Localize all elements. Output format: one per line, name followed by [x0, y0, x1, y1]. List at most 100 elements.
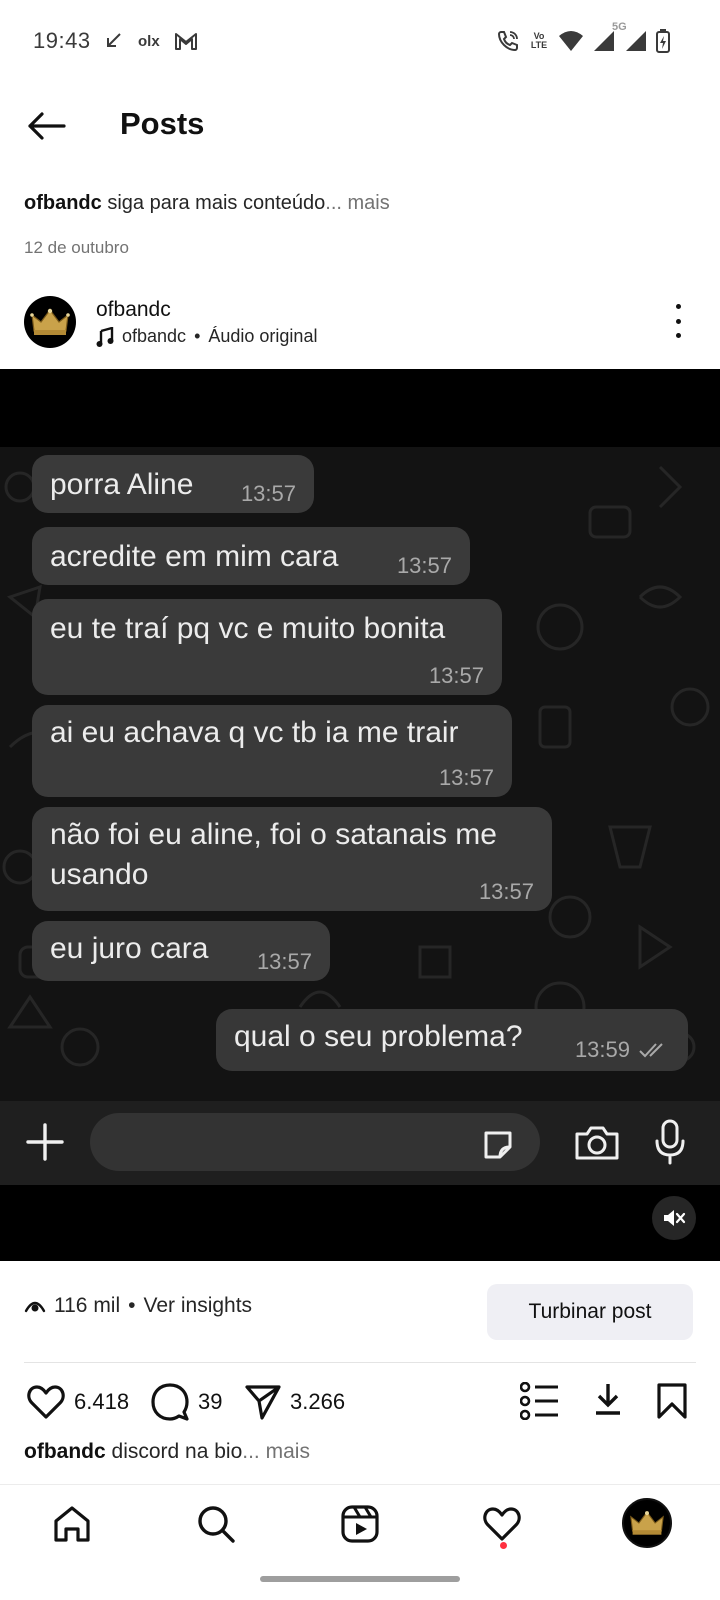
boost-post-button[interactable]: Turbinar post	[487, 1284, 693, 1340]
music-note-icon	[96, 326, 114, 347]
post-caption[interactable]: ofbandc discord na bio... mais	[24, 1440, 310, 1464]
message-time: 13:57	[396, 553, 452, 578]
comment-icon	[151, 1383, 189, 1421]
previous-post-username[interactable]: ofbandc	[24, 192, 102, 214]
download-icon[interactable]	[594, 1382, 622, 1416]
insights-separator: •	[128, 1294, 136, 1317]
crown-icon	[30, 308, 70, 335]
previous-post-date: 12 de outubro	[24, 238, 129, 257]
plus-icon	[26, 1123, 64, 1161]
home-icon	[54, 1506, 90, 1542]
chat-screenshot: porra Aline 13:57 acredite em mim cara 1…	[0, 447, 720, 1101]
message-text: acredite em mim cara	[50, 540, 339, 573]
comment-button[interactable]: 39	[150, 1374, 222, 1430]
mute-button[interactable]	[652, 1196, 696, 1240]
notification-icons: olx	[104, 28, 198, 54]
home-indicator[interactable]	[260, 1576, 460, 1582]
message-time: 13:57	[256, 949, 312, 974]
wifi-icon	[559, 31, 583, 51]
search-icon	[198, 1506, 235, 1543]
eye-icon	[24, 1301, 46, 1313]
back-button[interactable]	[22, 104, 70, 148]
system-status-icons: Vo LTE 5G	[496, 21, 670, 56]
message-time: 13:57	[240, 481, 296, 506]
message-text: porra Aline	[50, 468, 194, 501]
message-text: ai eu achava q vc tb ia me trair	[50, 716, 459, 749]
message-time: 13:57	[428, 663, 484, 688]
comments-count[interactable]: 39	[198, 1389, 222, 1415]
view-insights-link[interactable]: Ver insights	[144, 1294, 253, 1318]
previous-post-caption[interactable]: ofbandc siga para mais conteúdo... mais	[24, 192, 390, 215]
crown-icon	[630, 1511, 664, 1535]
double-check-icon	[639, 1043, 663, 1058]
nav-home[interactable]	[46, 1498, 98, 1550]
chat-input-bar	[0, 1101, 720, 1185]
caption-text: discord na bio	[111, 1440, 243, 1463]
profile-avatar[interactable]	[622, 1498, 672, 1548]
post-header: ofbandc ofbandc • Áudio original	[0, 292, 720, 356]
signal-icon	[626, 31, 646, 51]
like-button[interactable]: 6.418	[26, 1374, 129, 1430]
page-title: Posts	[120, 106, 205, 141]
message-text-line-1: não foi eu aline, foi o satanais me	[50, 818, 497, 851]
divider	[24, 1362, 696, 1363]
gmail-icon	[174, 33, 197, 50]
audio-separator: •	[194, 326, 201, 346]
chat-message: eu te traí pq vc e muito bonita 13:57	[32, 599, 502, 695]
status-bar: 19:43 olx Vo LTE 5G	[0, 0, 720, 82]
network-type-label: 5G	[612, 21, 627, 33]
sticker-icon	[484, 1131, 512, 1159]
chat-message: porra Aline 13:57	[32, 455, 314, 513]
views-count: 116 mil	[54, 1294, 121, 1317]
insights-row[interactable]: 116 mil • Ver insights	[24, 1294, 252, 1318]
post-audio-link[interactable]: ofbandc • Áudio original	[96, 326, 317, 347]
message-text-line-2: usando	[50, 858, 149, 891]
avatar[interactable]	[24, 296, 76, 348]
message-time: 13:57	[478, 879, 534, 904]
caption-more-link[interactable]: ... mais	[242, 1440, 310, 1463]
chat-message: ai eu achava q vc tb ia me trair 13:57	[32, 705, 512, 797]
send-icon	[245, 1385, 281, 1420]
previous-post-more-link[interactable]: ... mais	[325, 192, 389, 214]
status-time: 19:43	[33, 28, 91, 53]
activity-notification-dot	[500, 1542, 507, 1549]
post-username[interactable]: ofbandc	[96, 298, 171, 322]
message-text: eu te traí pq vc e muito bonita	[50, 612, 446, 645]
chat-message: acredite em mim cara 13:57	[32, 527, 470, 585]
more-options-icon[interactable]	[672, 304, 684, 338]
camera-icon	[575, 1126, 619, 1160]
chat-message-field	[90, 1113, 540, 1171]
wifi-calling-icon	[497, 31, 518, 52]
shares-count[interactable]: 3.266	[290, 1389, 345, 1415]
signal-5g: 5G	[592, 21, 627, 53]
olx-icon: olx	[138, 32, 160, 50]
message-text: qual o seu problema?	[234, 1020, 523, 1053]
chat-message: não foi eu aline, foi o satanais me usan…	[32, 807, 552, 911]
chat-message: eu juro cara 13:57	[32, 921, 330, 981]
volte-icon: Vo LTE	[530, 31, 548, 50]
post-actions: 6.418 39 3.266	[0, 1374, 720, 1430]
message-text: eu juro cara	[50, 932, 209, 965]
speaker-muted-icon	[664, 1210, 686, 1226]
top-app-bar: Posts	[0, 92, 720, 160]
battery-charging-icon	[656, 29, 670, 53]
heart-icon	[483, 1507, 521, 1541]
divider	[0, 1484, 720, 1485]
nav-reels[interactable]	[334, 1498, 386, 1550]
bottom-navigation	[0, 1490, 720, 1560]
nav-search[interactable]	[190, 1498, 242, 1550]
reels-icon	[341, 1505, 379, 1543]
microphone-icon	[655, 1119, 685, 1165]
audio-user: ofbandc	[122, 326, 187, 346]
audio-label: Áudio original	[208, 326, 318, 346]
likes-count[interactable]: 6.418	[74, 1389, 129, 1415]
heart-icon	[27, 1385, 65, 1419]
list-view-icon[interactable]	[520, 1382, 560, 1420]
share-button[interactable]: 3.266	[244, 1374, 345, 1430]
caption-username[interactable]: ofbandc	[24, 1440, 106, 1463]
bookmark-icon[interactable]	[656, 1382, 688, 1420]
message-time: 13:59	[574, 1037, 630, 1062]
missed-call-arrow-icon	[107, 33, 121, 47]
post-media[interactable]: porra Aline 13:57 acredite em mim cara 1…	[0, 369, 720, 1261]
arrow-left-icon	[28, 112, 66, 140]
